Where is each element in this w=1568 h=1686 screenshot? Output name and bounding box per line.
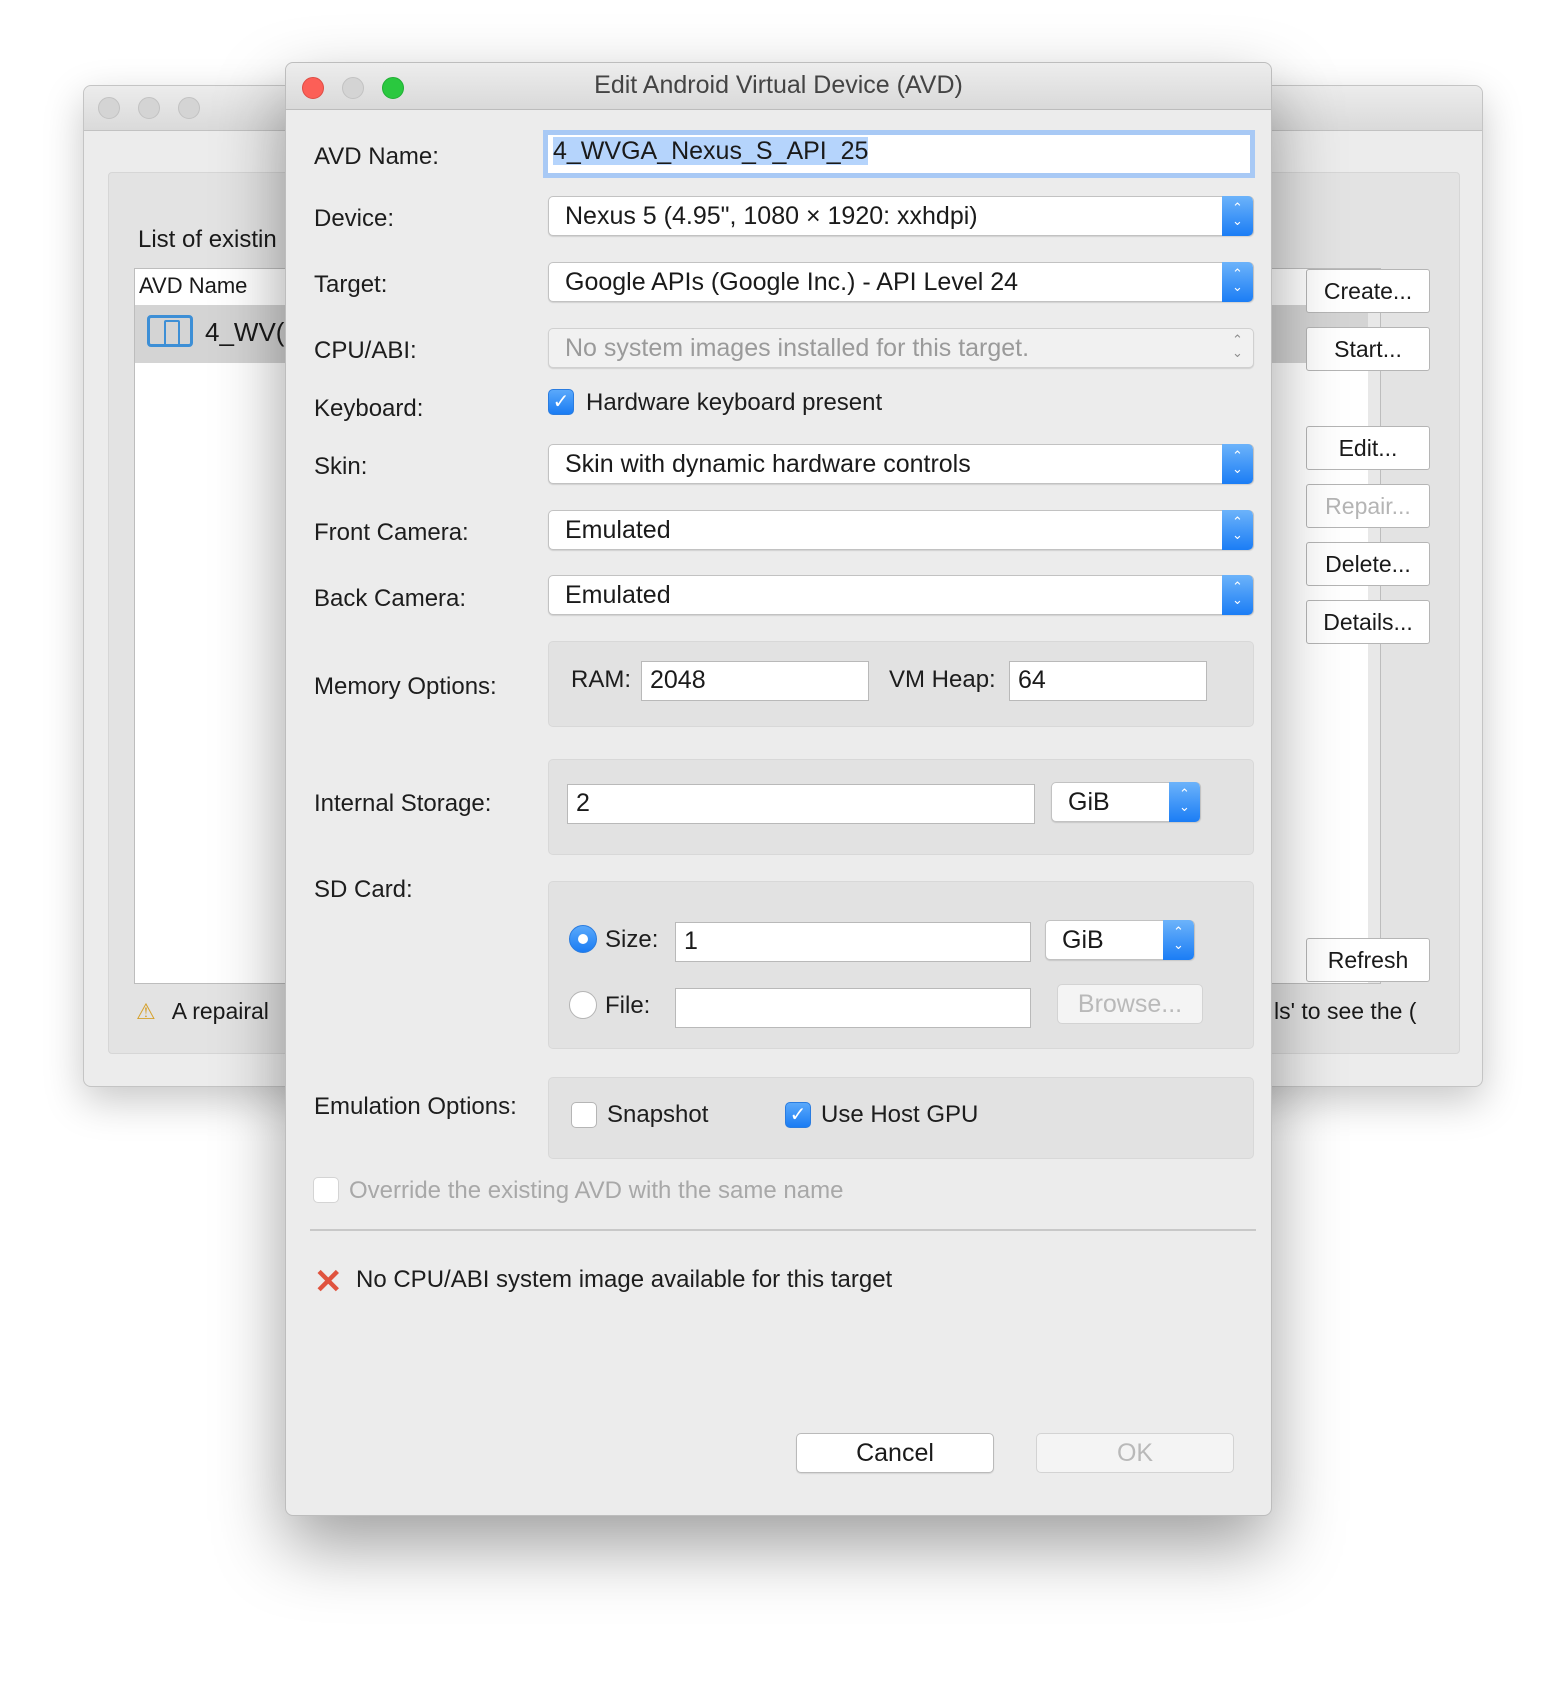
keyboard-label: Keyboard:	[314, 395, 424, 422]
start-button[interactable]: Start...	[1306, 327, 1430, 371]
sd-card-group: Size: 1 GiB ⌃ ⌄ File: Browse...	[548, 881, 1254, 1049]
use-host-gpu-checkbox[interactable]: ✓	[785, 1102, 811, 1128]
memory-options-group: RAM: 2048 VM Heap: 64	[548, 641, 1254, 727]
avd-row-name: 4_WV(	[205, 317, 285, 347]
skin-select[interactable]: Skin with dynamic hardware controls ⌃ ⌄	[548, 444, 1254, 484]
use-host-gpu-label: Use Host GPU	[821, 1101, 979, 1128]
sd-card-file-input[interactable]	[675, 988, 1031, 1028]
stepper-icon: ⌃ ⌄	[1232, 332, 1243, 360]
back-camera-select[interactable]: Emulated ⌃ ⌄	[548, 575, 1254, 615]
target-label: Target:	[314, 271, 388, 298]
internal-storage-label: Internal Storage:	[314, 790, 492, 817]
edit-avd-dialog: Edit Android Virtual Device (AVD) AVD Na…	[285, 62, 1272, 1516]
create-button[interactable]: Create...	[1306, 269, 1430, 313]
front-camera-value: Emulated	[565, 516, 671, 544]
dialog-titlebar: Edit Android Virtual Device (AVD)	[286, 63, 1271, 110]
stepper-icon: ⌃ ⌄	[1222, 444, 1253, 484]
memory-options-label: Memory Options:	[314, 673, 497, 700]
sd-card-unit-select[interactable]: GiB ⌃ ⌄	[1045, 920, 1195, 960]
override-checkbox[interactable]	[313, 1177, 339, 1203]
avd-name-value: 4_WVGA_Nexus_S_API_25	[553, 137, 869, 165]
sd-card-size-label: Size:	[605, 926, 659, 953]
zoom-window-button[interactable]	[178, 97, 200, 119]
stepper-icon: ⌃ ⌄	[1169, 782, 1200, 822]
repair-button[interactable]: Repair...	[1306, 484, 1430, 528]
repair-warning-text: A repairal	[171, 998, 269, 1024]
avd-name-label: AVD Name:	[314, 143, 439, 170]
sd-card-size-radio[interactable]	[569, 925, 597, 953]
internal-storage-unit-value: GiB	[1068, 788, 1110, 816]
vm-heap-input[interactable]: 64	[1009, 661, 1207, 701]
back-camera-value: Emulated	[565, 581, 671, 609]
snapshot-checkbox[interactable]	[571, 1102, 597, 1128]
cancel-button[interactable]: Cancel	[796, 1433, 994, 1473]
error-icon: ✕	[314, 1263, 343, 1301]
emulation-options-label: Emulation Options:	[314, 1093, 517, 1120]
stepper-icon: ⌃ ⌄	[1222, 575, 1253, 615]
cpu-abi-select: No system images installed for this targ…	[548, 328, 1254, 368]
vm-heap-label: VM Heap:	[889, 666, 996, 693]
device-select[interactable]: Nexus 5 (4.95", 1080 × 1920: xxhdpi) ⌃ ⌄	[548, 196, 1254, 236]
details-button[interactable]: Details...	[1306, 600, 1430, 644]
column-header-avd-name[interactable]: AVD Name	[139, 273, 247, 299]
internal-storage-unit-select[interactable]: GiB ⌃ ⌄	[1051, 782, 1201, 822]
device-value: Nexus 5 (4.95", 1080 × 1920: xxhdpi)	[565, 202, 978, 230]
avd-list-caption: List of existin	[138, 226, 277, 253]
cpu-abi-label: CPU/ABI:	[314, 337, 417, 364]
browse-button[interactable]: Browse...	[1057, 984, 1203, 1024]
internal-storage-input[interactable]: 2	[567, 784, 1035, 824]
ram-label: RAM:	[571, 666, 631, 693]
emulation-options-group: Snapshot ✓ Use Host GPU	[548, 1077, 1254, 1159]
stepper-icon: ⌃ ⌄	[1222, 510, 1253, 550]
front-camera-select[interactable]: Emulated ⌃ ⌄	[548, 510, 1254, 550]
sd-card-label: SD Card:	[314, 876, 413, 903]
delete-button[interactable]: Delete...	[1306, 542, 1430, 586]
cpu-abi-value: No system images installed for this targ…	[565, 334, 1030, 362]
back-camera-label: Back Camera:	[314, 585, 467, 612]
edit-button[interactable]: Edit...	[1306, 426, 1430, 470]
minimize-window-button[interactable]	[138, 97, 160, 119]
error-message: No CPU/ABI system image available for th…	[356, 1266, 893, 1293]
target-select[interactable]: Google APIs (Google Inc.) - API Level 24…	[548, 262, 1254, 302]
dialog-title: Edit Android Virtual Device (AVD)	[594, 71, 963, 99]
repair-warning: ⚠ A repairal	[136, 998, 269, 1025]
override-label: Override the existing AVD with the same …	[349, 1177, 844, 1204]
front-camera-label: Front Camera:	[314, 519, 469, 546]
avd-name-input[interactable]: 4_WVGA_Nexus_S_API_25	[543, 130, 1255, 178]
internal-storage-group: 2 GiB ⌃ ⌄	[548, 759, 1254, 855]
device-label: Device:	[314, 205, 395, 232]
device-icon	[147, 315, 193, 347]
refresh-button[interactable]: Refresh	[1306, 938, 1430, 982]
repair-warning-tail: ls' to see the (	[1274, 998, 1417, 1024]
sd-card-unit-value: GiB	[1062, 926, 1104, 954]
warning-icon: ⚠	[136, 999, 156, 1024]
snapshot-label: Snapshot	[607, 1101, 709, 1128]
target-value: Google APIs (Google Inc.) - API Level 24	[565, 268, 1019, 296]
stepper-icon: ⌃ ⌄	[1222, 196, 1253, 236]
hardware-keyboard-label: Hardware keyboard present	[586, 389, 883, 416]
ok-button[interactable]: OK	[1036, 1433, 1234, 1473]
divider	[310, 1229, 1256, 1231]
sd-card-size-input[interactable]: 1	[675, 922, 1031, 962]
skin-label: Skin:	[314, 453, 368, 480]
ram-input[interactable]: 2048	[641, 661, 869, 701]
sd-card-file-label: File:	[605, 992, 651, 1019]
sd-card-file-radio[interactable]	[569, 991, 597, 1019]
stepper-icon: ⌃ ⌄	[1222, 262, 1253, 302]
stepper-icon: ⌃ ⌄	[1163, 920, 1194, 960]
close-window-button[interactable]	[98, 97, 120, 119]
hardware-keyboard-checkbox[interactable]: ✓	[548, 389, 574, 415]
skin-value: Skin with dynamic hardware controls	[565, 450, 971, 478]
